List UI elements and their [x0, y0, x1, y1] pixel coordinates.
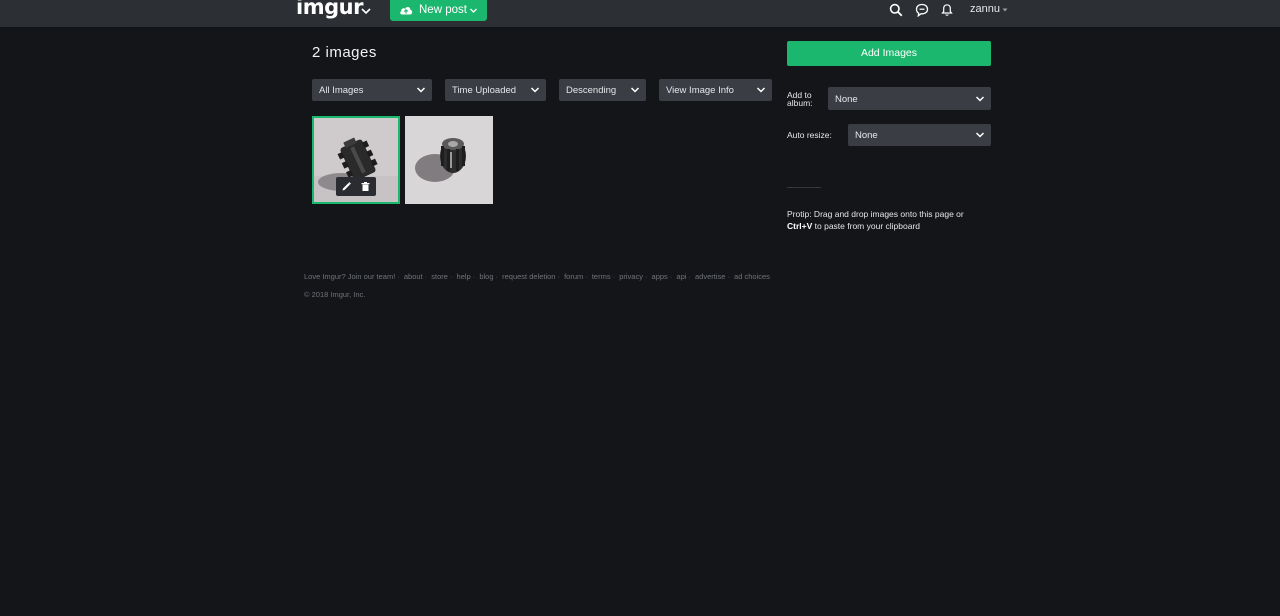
cloud-upload-icon [400, 6, 413, 15]
imgur-logo[interactable]: imgur [296, 0, 363, 19]
chat-icon[interactable] [915, 3, 929, 17]
view-mode-select[interactable]: View Image Info [659, 79, 772, 101]
new-post-label: New post [419, 4, 467, 16]
chevron-down-icon [530, 87, 540, 93]
chevron-down-icon [416, 87, 426, 93]
new-post-button[interactable]: New post [390, 0, 487, 21]
chevron-down-icon [756, 87, 766, 93]
protip-shortcut: Ctrl+V [787, 220, 813, 231]
add-to-album-label: Add to album: [787, 91, 813, 108]
footer-link-api[interactable]: api [676, 272, 686, 281]
select-value: None [855, 130, 878, 141]
trash-icon[interactable] [360, 181, 371, 192]
select-value: View Image Info [666, 85, 734, 96]
add-to-album-label-line2: album: [787, 98, 813, 108]
select-value: Time Uploaded [452, 85, 517, 96]
protip-prefix: Protip: Drag and drop images onto this p… [787, 209, 964, 219]
chevron-down-icon[interactable] [1002, 7, 1008, 13]
protip-suffix: to paste from your clipboard [814, 220, 921, 231]
footer-link-privacy[interactable]: privacy [619, 272, 643, 281]
chevron-down-icon [470, 8, 477, 13]
copyright: © 2018 Imgur, Inc. [304, 290, 366, 299]
image-thumbnail[interactable] [405, 116, 493, 204]
chevron-down-icon [630, 87, 640, 93]
footer-link-apps[interactable]: apps [652, 272, 668, 281]
bell-icon[interactable] [940, 3, 954, 17]
footer-link-about[interactable]: about [404, 272, 423, 281]
footer-link-forum[interactable]: forum [564, 272, 583, 281]
select-value: None [835, 94, 858, 105]
divider [787, 187, 821, 188]
footer-links: Love Imgur? Join our team! · about · store… [304, 272, 770, 281]
select-value: Descending [566, 85, 617, 96]
footer-link-store[interactable]: store [431, 272, 448, 281]
gear-photo [405, 116, 493, 204]
footer-link-request-deletion[interactable]: request deletion [502, 272, 555, 281]
add-images-button[interactable]: Add Images [787, 41, 991, 66]
sort-by-select[interactable]: Time Uploaded [445, 79, 546, 101]
pencil-icon[interactable] [341, 181, 352, 192]
footer-link-careers[interactable]: Love Imgur? Join our team! [304, 272, 395, 281]
top-navigation-bar: imgur New post zannu [0, 0, 1280, 27]
chevron-down-icon [975, 96, 985, 102]
sort-order-select[interactable]: Descending [559, 79, 646, 101]
footer-link-advertise[interactable]: advertise [695, 272, 725, 281]
username-menu[interactable]: zannu [970, 3, 1000, 15]
footer-link-ad-choices[interactable]: ad choices [734, 272, 770, 281]
select-value: All Images [319, 85, 364, 96]
footer-link-help[interactable]: help [457, 272, 471, 281]
footer-link-blog[interactable]: blog [479, 272, 493, 281]
filter-images-select[interactable]: All Images [312, 79, 432, 101]
auto-resize-label: Auto resize: [787, 130, 832, 140]
resize-select[interactable]: None [848, 124, 991, 146]
protip-text: Protip: Drag and drop images onto this p… [787, 209, 987, 232]
thumbnail-actions [336, 177, 376, 196]
page-title: 2 images [312, 44, 377, 61]
footer-link-terms[interactable]: terms [592, 272, 611, 281]
chevron-down-icon [975, 132, 985, 138]
album-select[interactable]: None [828, 87, 991, 110]
search-icon[interactable] [889, 3, 903, 17]
chevron-down-icon[interactable] [359, 4, 373, 18]
